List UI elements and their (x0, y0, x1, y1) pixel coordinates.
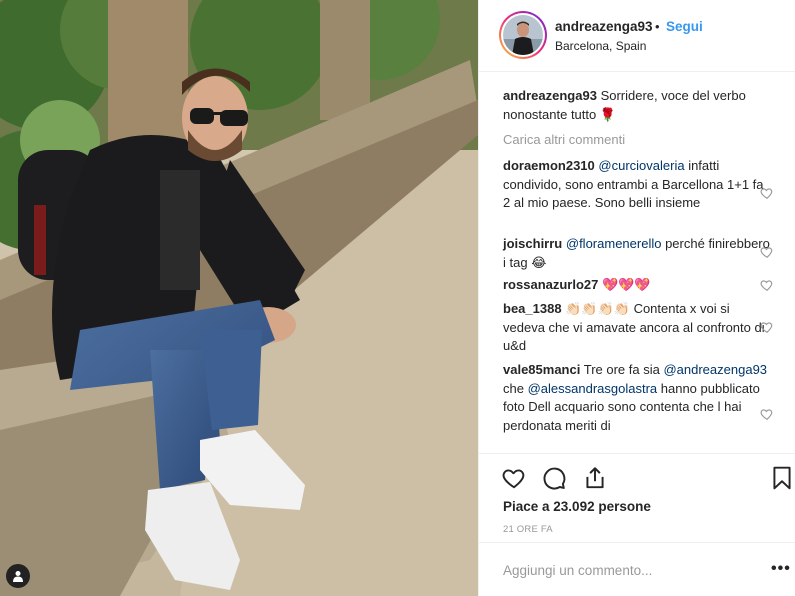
caption-username[interactable]: andreazenga93 (503, 88, 597, 103)
bookmark-icon[interactable] (769, 465, 795, 491)
comment-item: rossanazurlo27 💖💖💖 (503, 276, 771, 295)
comment-mention[interactable]: @alessandrasgolastra (528, 381, 658, 396)
heart-outline-icon[interactable] (501, 465, 527, 491)
comment-username[interactable]: rossanazurlo27 (503, 277, 598, 292)
person-tag-icon[interactable] (6, 564, 30, 588)
header-separator: • (655, 19, 660, 34)
comment-like-heart-icon[interactable] (760, 320, 774, 334)
comment-like-heart-icon[interactable] (760, 278, 774, 292)
comment-item: vale85manci Tre ore fa sia @andreazenga9… (503, 361, 771, 435)
comment-mention[interactable]: @andreazenga93 (663, 362, 767, 377)
comment-item: joischirru @floramenerello perché finire… (503, 235, 771, 272)
post-actions: Piace a 23.092 persone 21 ORE FA (479, 453, 795, 543)
more-options-icon[interactable]: ••• (771, 560, 791, 578)
post-header: andreazenga93 • Segui Barcelona, Spain (479, 0, 795, 72)
share-icon[interactable] (582, 465, 608, 491)
add-comment-input[interactable]: Aggiungi un commento... (503, 563, 652, 578)
comment-text: che (503, 380, 524, 396)
comments-list[interactable]: andreazenga93 Sorridere, voce del verbo … (479, 72, 795, 453)
location-link[interactable]: Barcelona, Spain (555, 39, 646, 53)
load-more-comments-button[interactable]: Carica altri commenti (503, 132, 625, 147)
post-image (0, 0, 478, 596)
comment-mention[interactable]: @curciovaleria (598, 158, 684, 173)
comment-mention[interactable]: @floramenerello (566, 236, 662, 251)
comment-username[interactable]: vale85manci (503, 362, 580, 377)
speech-bubble-icon[interactable] (541, 465, 567, 491)
caption: andreazenga93 Sorridere, voce del verbo … (503, 87, 771, 124)
comment-username[interactable]: bea_1388 (503, 301, 562, 316)
post-sidebar: andreazenga93 • Segui Barcelona, Spain a… (478, 0, 795, 596)
comment-emoji: 💖💖💖 (602, 277, 651, 292)
comment-username[interactable]: doraemon2310 (503, 158, 595, 173)
comment-like-heart-icon[interactable] (760, 245, 774, 259)
post-photo[interactable] (0, 0, 478, 596)
comment-like-heart-icon[interactable] (760, 186, 774, 200)
avatar-image (503, 15, 543, 55)
caption-emoji: 🌹 (599, 106, 617, 122)
comment-item: bea_1388 👏🏻👏🏻👏🏻👏🏻 Contenta x voi si vede… (503, 300, 771, 356)
header-username[interactable]: andreazenga93 (555, 19, 653, 34)
comment-username[interactable]: joischirru (503, 236, 562, 251)
comment-like-heart-icon[interactable] (760, 407, 774, 421)
comment-emoji: 👏🏻👏🏻👏🏻👏🏻 (565, 301, 630, 316)
follow-button[interactable]: Segui (666, 19, 703, 34)
comment-composer: Aggiungi un commento... ••• (479, 543, 795, 596)
comment-emoji: 😂 (531, 254, 547, 270)
comment-item: doraemon2310 @curciovaleria infatti cond… (503, 157, 771, 213)
likes-count[interactable]: Piace a 23.092 persone (503, 499, 651, 514)
avatar[interactable] (499, 11, 547, 59)
comment-text: Tre ore fa sia (583, 362, 660, 377)
post-timestamp[interactable]: 21 ORE FA (503, 524, 553, 535)
